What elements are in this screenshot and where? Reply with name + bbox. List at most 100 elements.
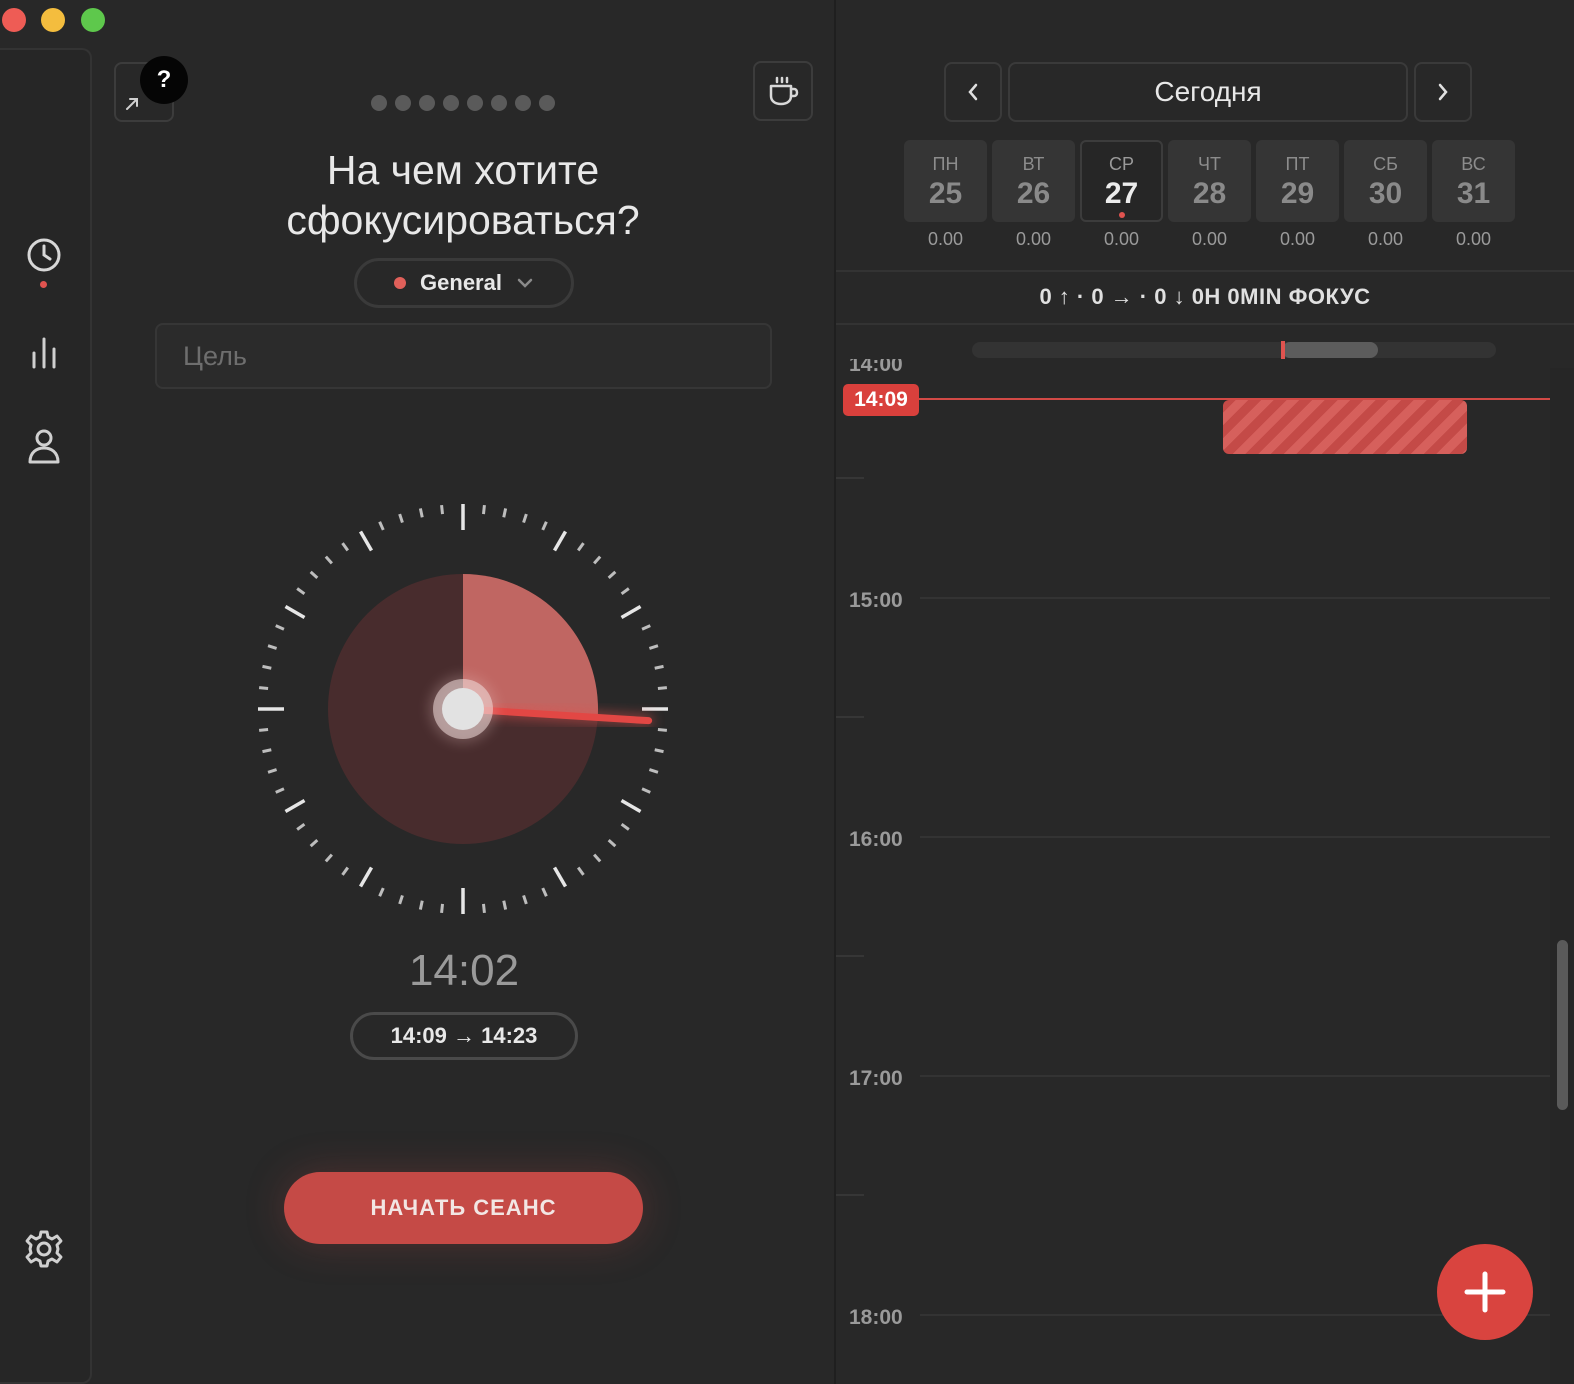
week-day-strip: ПН 25 0.00 ВТ 26 0.00 СР 27 0.00 ЧТ 28 0.00 ПТ 29 0.00… <box>904 140 1515 250</box>
focus-question-heading: На чем хотите сфокусироваться? <box>286 147 640 243</box>
category-color-dot <box>394 277 407 289</box>
day-cell[interactable]: СР 27 <box>1080 140 1163 222</box>
focus-stats-summary: 0 ↑ · 0 → · 0 ↓ 0H 0MIN ФОКУС <box>1039 284 1371 309</box>
horizontal-scroll-track[interactable] <box>972 342 1496 358</box>
dial-minor-tick <box>275 624 285 631</box>
dial-minor-tick <box>275 787 285 794</box>
sidebar-item-settings[interactable] <box>22 1227 66 1271</box>
day-column-29[interactable]: ПТ 29 0.00 <box>1256 140 1339 250</box>
planned-session-block[interactable] <box>1223 400 1467 454</box>
window-close-button[interactable] <box>2 8 26 32</box>
dial-minor-tick <box>262 664 272 670</box>
day-column-25[interactable]: ПН 25 0.00 <box>904 140 987 250</box>
dial-minor-tick <box>576 866 585 876</box>
timer-dial[interactable] <box>254 500 674 920</box>
vertical-scroll-thumb[interactable] <box>1557 940 1568 1110</box>
today-button[interactable]: Сегодня <box>1008 62 1408 122</box>
category-selector[interactable]: General <box>354 258 574 308</box>
add-event-button[interactable] <box>1437 1244 1533 1340</box>
day-number: 30 <box>1368 177 1403 210</box>
current-time-line <box>900 398 1550 400</box>
session-time-range[interactable]: 14:09 → 14:23 <box>350 1012 578 1060</box>
step-dot <box>515 95 531 111</box>
day-number: 25 <box>928 177 963 210</box>
dial-minor-tick <box>309 839 319 848</box>
dial-minor-tick <box>541 521 548 531</box>
step-dot <box>395 95 411 111</box>
dial-minor-tick <box>398 894 404 905</box>
help-button[interactable]: ? <box>140 56 188 104</box>
prev-week-button[interactable] <box>944 62 1002 122</box>
day-column-31[interactable]: ВС 31 0.00 <box>1432 140 1515 250</box>
dial-major-tick <box>358 530 374 552</box>
day-focus-value: 0.00 <box>1367 229 1404 249</box>
dial-minor-tick <box>341 542 350 552</box>
window-minimize-button[interactable] <box>41 8 65 32</box>
day-cell[interactable]: ПН 25 <box>904 140 987 222</box>
dial-minor-tick <box>648 644 659 650</box>
expand-arrow-icon <box>126 98 138 110</box>
sidebar-item-timer[interactable] <box>22 233 66 277</box>
sidebar-item-stats[interactable] <box>22 330 66 374</box>
dial-minor-tick <box>296 822 306 831</box>
step-dot <box>419 95 435 111</box>
dial-minor-tick <box>262 748 272 754</box>
dial-minor-tick <box>593 853 602 863</box>
coffee-cup-icon <box>769 76 799 106</box>
dial-minor-tick <box>267 644 278 650</box>
vertical-scroll-track[interactable] <box>1550 368 1574 1384</box>
bar-chart-icon <box>32 337 56 369</box>
day-number: 27 <box>1104 177 1139 210</box>
window-maximize-button[interactable] <box>81 8 105 32</box>
step-indicator <box>371 95 555 111</box>
day-focus-value: 0.00 <box>1455 229 1492 249</box>
day-column-28[interactable]: ЧТ 28 0.00 <box>1168 140 1251 250</box>
dial-minor-tick <box>648 768 659 774</box>
active-indicator-dot <box>40 281 47 288</box>
dial-minor-tick <box>258 686 269 691</box>
dial-minor-tick <box>641 787 651 794</box>
dial-minor-tick <box>418 900 424 910</box>
dial-minor-tick <box>541 887 548 897</box>
dial-minor-tick <box>378 521 385 531</box>
dial-knob[interactable] <box>442 688 484 730</box>
day-weekday: СР <box>1108 154 1134 174</box>
dial-major-tick <box>284 798 306 814</box>
day-focus-value: 0.00 <box>1015 229 1052 249</box>
category-label: General <box>420 270 502 295</box>
day-cell[interactable]: ЧТ 28 <box>1168 140 1251 222</box>
next-week-button[interactable] <box>1414 62 1472 122</box>
dial-major-tick <box>552 866 568 888</box>
day-number: 28 <box>1192 177 1227 210</box>
chevron-right-icon <box>1438 83 1448 101</box>
half-hour-tick <box>836 477 864 479</box>
day-column-27[interactable]: СР 27 0.00 <box>1080 140 1163 250</box>
dial-minor-tick <box>593 555 602 565</box>
break-button[interactable] <box>753 61 813 121</box>
dial-minor-tick <box>522 894 528 905</box>
day-column-30[interactable]: СБ 30 0.00 <box>1344 140 1427 250</box>
start-session-button[interactable]: НАЧАТЬ СЕАНС <box>284 1172 643 1244</box>
dial-major-tick <box>552 530 568 552</box>
chevron-left-icon <box>968 83 978 101</box>
clock-icon <box>27 238 61 272</box>
day-cell[interactable]: ВС 31 <box>1432 140 1515 222</box>
dial-minor-tick <box>324 853 333 863</box>
day-cell[interactable]: СБ 30 <box>1344 140 1427 222</box>
sidebar-item-profile[interactable] <box>22 424 66 468</box>
day-weekday: ЧТ <box>1198 154 1221 174</box>
day-cell[interactable]: ВТ 26 <box>992 140 1075 222</box>
day-column-26[interactable]: ВТ 26 0.00 <box>992 140 1075 250</box>
goal-input[interactable] <box>155 323 772 389</box>
day-number: 31 <box>1456 177 1491 210</box>
day-cell[interactable]: ПТ 29 <box>1256 140 1339 222</box>
dial-minor-tick <box>502 508 508 518</box>
dial-minor-tick <box>324 555 333 565</box>
day-weekday: ВТ <box>1022 154 1045 174</box>
hour-line <box>920 1075 1550 1077</box>
horizontal-scroll-thumb[interactable] <box>1282 342 1378 358</box>
dial-minor-tick <box>418 508 424 518</box>
hour-label: 14:00 <box>849 353 903 376</box>
day-focus-value: 0.00 <box>1191 229 1228 249</box>
dial-minor-tick <box>440 903 445 914</box>
